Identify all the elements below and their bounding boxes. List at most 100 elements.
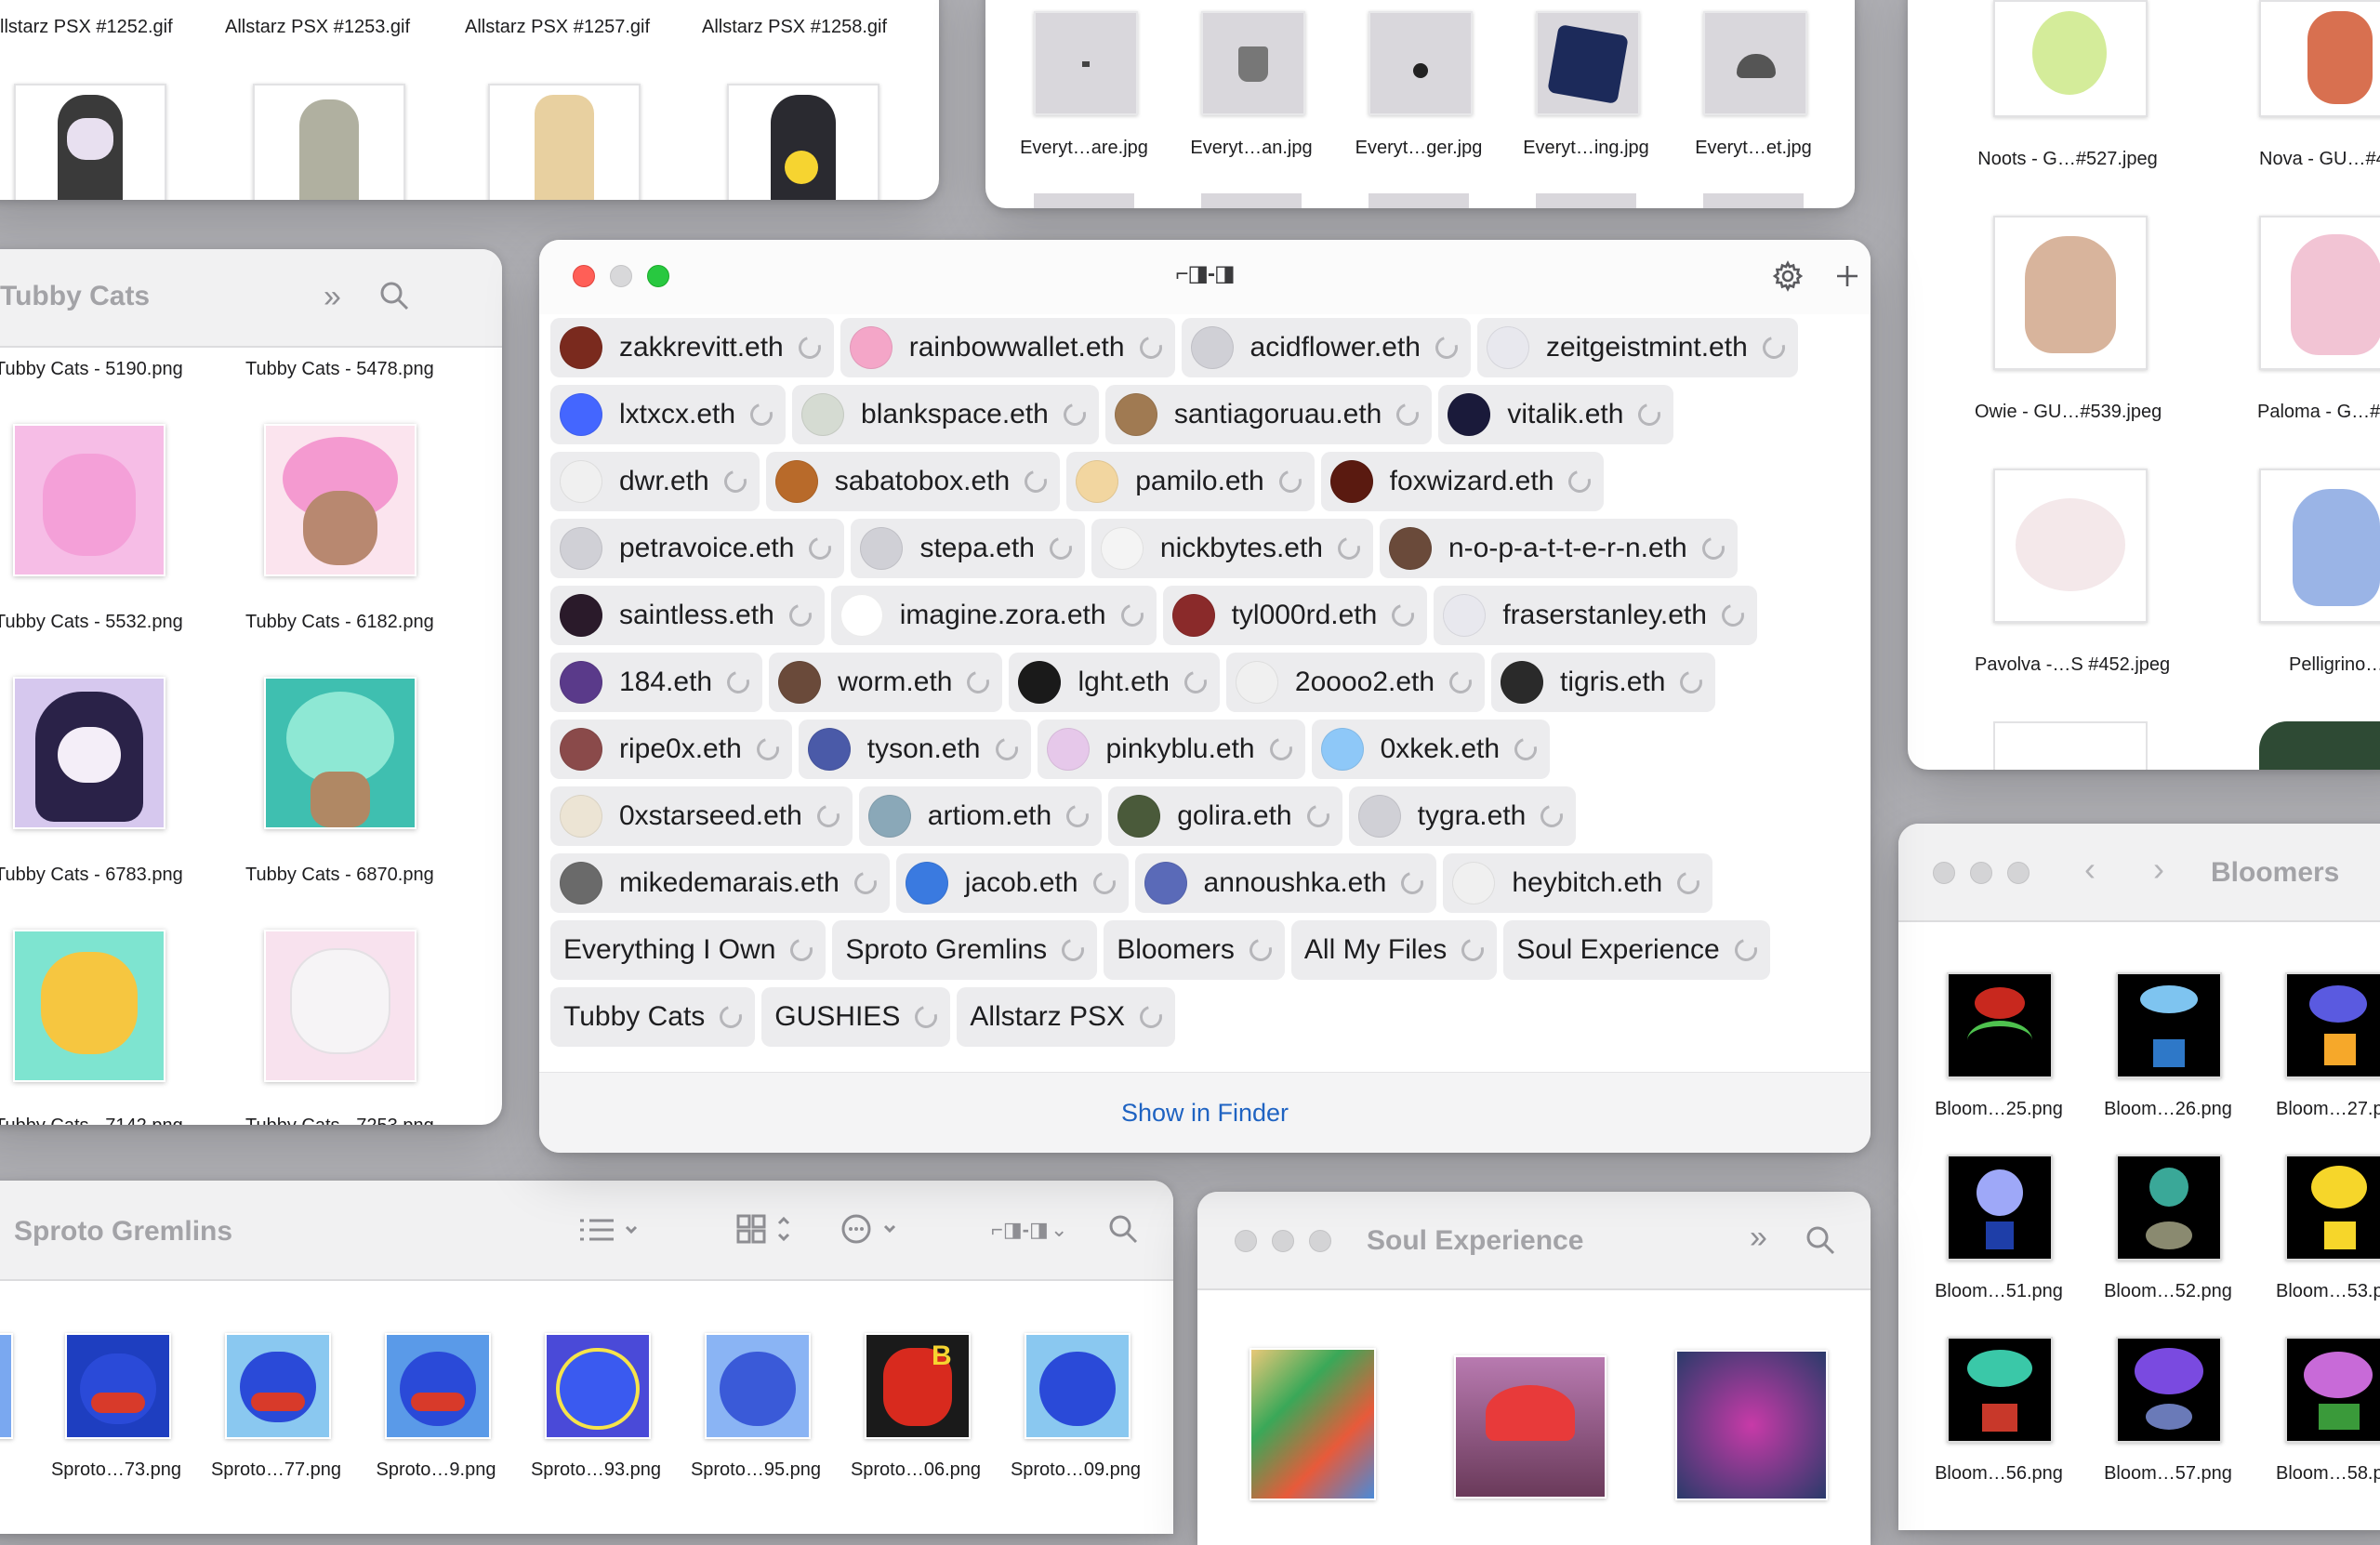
folder-token[interactable]: Everything I Own (550, 920, 826, 980)
thumbnail[interactable] (13, 677, 165, 829)
thumbnail[interactable] (1993, 469, 2148, 623)
file-label[interactable]: llstarz PSX #1252.gif (0, 17, 173, 38)
refresh-icon[interactable] (785, 600, 816, 631)
refresh-icon[interactable] (1020, 466, 1051, 497)
file-label[interactable]: Allstarz PSX #1253.gif (225, 17, 410, 38)
thumbnail[interactable] (264, 424, 416, 576)
refresh-icon[interactable] (805, 533, 836, 564)
file-label[interactable]: Tubby Cats - 6182.png (245, 612, 434, 633)
file-label[interactable]: Sproto…77.png (210, 1459, 342, 1481)
file-label[interactable]: Bloom…58.p (2272, 1463, 2380, 1485)
thumbnail[interactable] (14, 84, 166, 200)
refresh-icon[interactable] (1564, 466, 1595, 497)
ens-token[interactable]: 184.eth (550, 653, 763, 712)
refresh-icon[interactable] (1275, 466, 1306, 497)
refresh-icon[interactable] (1510, 733, 1541, 765)
thumbnail[interactable] (1025, 1333, 1130, 1439)
thumbnail[interactable] (264, 930, 416, 1082)
refresh-icon[interactable] (1730, 934, 1762, 966)
ens-token[interactable]: tigris.eth (1491, 653, 1716, 712)
ens-token[interactable]: dwr.eth (550, 452, 760, 511)
file-label[interactable]: Bloom…52.png (2103, 1281, 2233, 1302)
thumbnail[interactable] (0, 1333, 13, 1439)
refresh-icon[interactable] (1445, 667, 1476, 698)
thumbnail[interactable] (2285, 972, 2380, 1078)
ens-token[interactable]: rainbowwallet.eth (840, 318, 1175, 377)
thumbnail[interactable] (253, 84, 405, 200)
refresh-icon[interactable] (1062, 800, 1093, 832)
ens-token[interactable]: tyl000rd.eth (1162, 586, 1428, 645)
ens-token[interactable]: ripe0x.eth (550, 720, 792, 779)
thumbnail[interactable]: B (865, 1333, 971, 1439)
folder-token[interactable]: GUSHIES (761, 987, 951, 1047)
file-label[interactable]: Pavolva -…S #452.jpeg (1975, 654, 2170, 676)
refresh-icon[interactable] (1117, 600, 1147, 631)
file-label[interactable]: Tubby Cats - 6783.png (0, 865, 183, 886)
file-label[interactable]: Sproto…93.png (530, 1459, 662, 1481)
refresh-icon[interactable] (1135, 1001, 1167, 1033)
thumbnail[interactable] (2259, 0, 2380, 117)
file-label[interactable]: Tubby Cats - 5478.png (245, 359, 434, 380)
refresh-icon[interactable] (991, 733, 1022, 765)
file-label[interactable]: Tubby Cats - 5532.png (0, 612, 183, 633)
file-label[interactable]: Bloom…25.png (1934, 1099, 2064, 1120)
file-label[interactable]: Everyt…an.jpg (1186, 138, 1316, 159)
refresh-icon[interactable] (787, 934, 817, 966)
folder-token[interactable]: Bloomers (1104, 920, 1285, 980)
refresh-icon[interactable] (1431, 332, 1462, 363)
refresh-icon[interactable] (850, 867, 881, 899)
thumbnail[interactable] (545, 1333, 651, 1439)
refresh-icon[interactable] (1387, 600, 1419, 631)
zoom-button[interactable] (2007, 862, 2030, 884)
ens-token[interactable]: heybitch.eth (1443, 853, 1713, 913)
file-label[interactable]: Tubby Cats - 6870.png (245, 865, 434, 886)
ens-token[interactable]: worm.eth (769, 653, 1003, 712)
thumbnail[interactable] (13, 930, 165, 1082)
more-tools-icon[interactable]: » (1750, 1221, 1767, 1253)
thumbnail[interactable] (1034, 11, 1138, 115)
minimize-button[interactable] (1970, 862, 1992, 884)
ens-token[interactable]: stepa.eth (851, 519, 1085, 578)
ens-token[interactable]: fraserstanley.eth (1434, 586, 1757, 645)
refresh-icon[interactable] (1135, 332, 1166, 363)
refresh-icon[interactable] (794, 332, 826, 363)
file-label[interactable]: Tubby Cats - 7142.png (0, 1116, 183, 1125)
refresh-icon[interactable] (1634, 399, 1665, 430)
file-label[interactable]: Bloom…51.png (1934, 1281, 2064, 1302)
thumbnail[interactable] (1675, 1350, 1828, 1500)
thumbnail[interactable] (1250, 1348, 1376, 1500)
file-label[interactable]: Bloom…26.png (2103, 1099, 2233, 1120)
thumbnail[interactable] (13, 424, 165, 576)
file-label[interactable]: Everyt…ger.jpg (1354, 138, 1484, 159)
ens-token[interactable]: vitalik.eth (1438, 385, 1674, 444)
file-label[interactable]: Sproto…06.png (850, 1459, 982, 1481)
ens-token[interactable]: annoushka.eth (1134, 853, 1437, 913)
thumbnail[interactable] (2116, 1155, 2222, 1261)
refresh-icon[interactable] (1392, 399, 1423, 430)
file-label[interactable]: Owie - GU…#539.jpeg (1975, 402, 2162, 423)
show-in-finder-button[interactable]: Show in Finder (1121, 1099, 1289, 1127)
folder-token[interactable]: Allstarz PSX (957, 987, 1176, 1047)
thumbnail[interactable] (385, 1333, 491, 1439)
ens-token[interactable]: tygra.eth (1348, 786, 1577, 846)
file-label[interactable]: Sproto…09.png (1010, 1459, 1142, 1481)
refresh-icon[interactable] (1536, 800, 1567, 832)
close-button[interactable] (1933, 862, 1955, 884)
ens-token[interactable]: golira.eth (1108, 786, 1342, 846)
thumbnail[interactable] (1993, 0, 2148, 117)
add-icon[interactable] (1831, 260, 1863, 297)
ens-token[interactable]: artiom.eth (858, 786, 1103, 846)
thumbnail[interactable] (2116, 1337, 2222, 1443)
file-label[interactable]: Bloom…56.png (1934, 1463, 2064, 1485)
file-label[interactable]: Sproto…9.png (370, 1459, 502, 1481)
refresh-icon[interactable] (963, 667, 994, 698)
forward-icon[interactable]: › (2153, 852, 2164, 886)
file-label[interactable]: Paloma - G…#44 (2235, 402, 2380, 423)
ens-token[interactable]: mikedemarais.eth (550, 853, 890, 913)
thumbnail[interactable] (727, 84, 879, 200)
refresh-icon[interactable] (1057, 934, 1089, 966)
refresh-icon[interactable] (715, 1001, 747, 1033)
ens-token[interactable]: nickbytes.eth (1091, 519, 1373, 578)
ens-token[interactable]: acidflower.eth (1181, 318, 1471, 377)
folder-token[interactable]: All My Files (1290, 920, 1498, 980)
